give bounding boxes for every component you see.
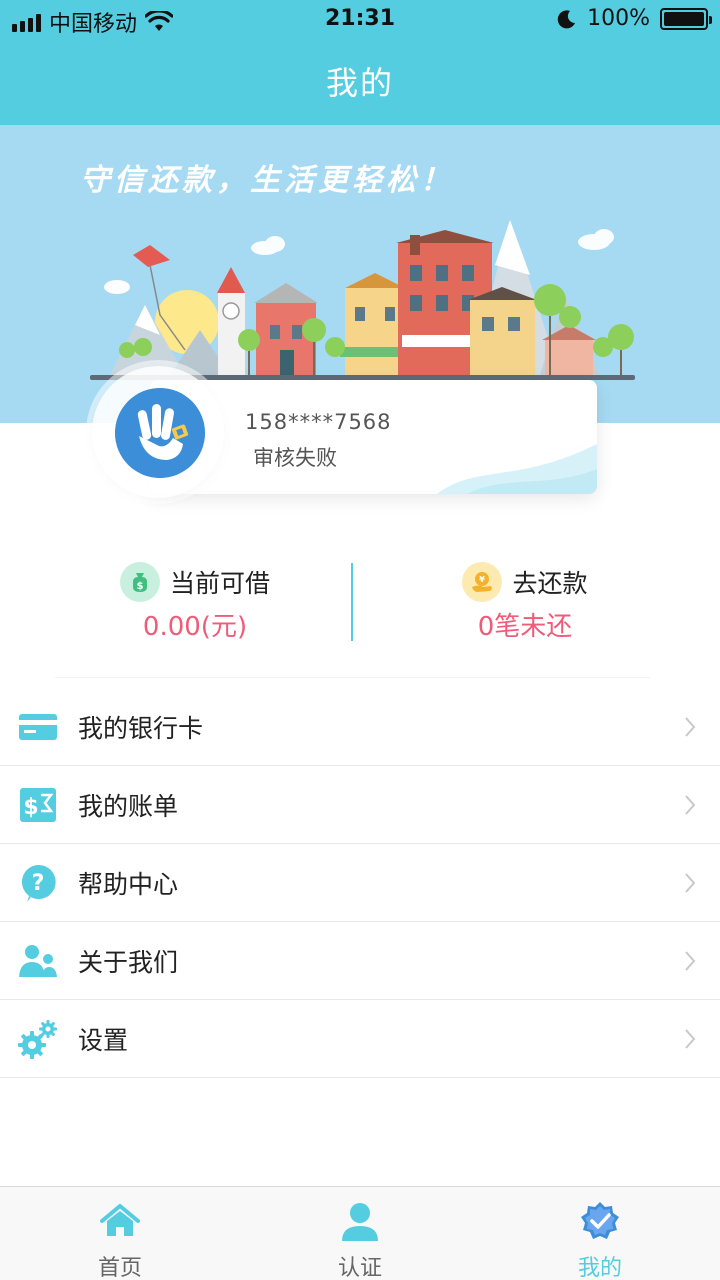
person-icon <box>338 1201 382 1241</box>
repay-stat-head: ¥ 去还款 <box>375 560 675 604</box>
stats-divider <box>351 563 353 641</box>
banner-slogan: 守信还款，生活更轻松！ <box>80 163 454 198</box>
menu-label-settings: 设置 <box>78 1025 129 1055</box>
repay-count: 0笔未还 <box>477 612 573 642</box>
menu-item-bills[interactable]: $ 我的账单 <box>0 766 720 844</box>
home-icon <box>98 1201 142 1241</box>
verified-badge-icon <box>578 1201 622 1241</box>
svg-text:?: ? <box>32 871 45 896</box>
user-phone: 158****7568 <box>245 410 392 434</box>
battery-level <box>664 11 704 26</box>
chevron-right-icon <box>685 1029 696 1049</box>
menu-item-help[interactable]: ? 帮助中心 <box>0 844 720 922</box>
repay-title: 去还款 <box>512 569 588 598</box>
repay-stat[interactable]: ¥ 去还款 0笔未还 <box>375 560 675 643</box>
borrow-title: 当前可借 <box>169 569 270 598</box>
svg-text:$: $ <box>23 795 38 820</box>
ok-hand-icon <box>115 388 205 478</box>
tab-mine[interactable]: 我的 <box>480 1187 720 1280</box>
menu-item-settings[interactable]: 设置 <box>0 1000 720 1078</box>
chevron-right-icon <box>685 951 696 971</box>
stats-panel: $ 当前可借 0.00(元) ¥ 去还款 0笔未还 <box>0 560 720 650</box>
battery-icon <box>660 7 712 30</box>
top-header: 中国移动 21:31 100% 我的 <box>0 0 720 125</box>
menu-label-bills: 我的账单 <box>78 791 179 821</box>
tab-bar: 首页 认证 我的 <box>0 1186 720 1280</box>
borrow-amount: 0.00(元) <box>142 612 248 642</box>
coin-hand-icon: ¥ <box>462 562 503 602</box>
menu-item-bank-card[interactable]: 我的银行卡 <box>0 688 720 766</box>
battery-percent: 100% <box>587 6 650 31</box>
avatar[interactable] <box>115 388 205 478</box>
users-icon <box>18 941 58 981</box>
card-wave-decoration <box>437 444 597 494</box>
menu-item-about[interactable]: 关于我们 <box>0 922 720 1000</box>
review-status: 审核失败 <box>253 446 337 470</box>
page-title: 我的 <box>325 64 394 102</box>
tab-label-certification: 认证 <box>337 1256 382 1280</box>
gear-icon <box>18 1019 58 1059</box>
tab-label-mine: 我的 <box>577 1256 622 1280</box>
help-icon: ? <box>18 863 58 903</box>
tab-certification[interactable]: 认证 <box>240 1187 480 1280</box>
bank-card-icon <box>18 707 58 747</box>
chevron-right-icon <box>685 795 696 815</box>
svg-text:$: $ <box>137 581 144 592</box>
status-right: 100% <box>557 6 712 31</box>
svg-text:¥: ¥ <box>480 575 486 584</box>
borrow-stat-head: $ 当前可借 <box>45 560 345 604</box>
stats-separator <box>55 677 650 678</box>
money-bag-icon: $ <box>119 562 160 602</box>
menu-label-about: 关于我们 <box>78 947 179 977</box>
menu-list: 我的银行卡 $ 我的账单 ? 帮助中心 关于我们 设置 <box>0 688 720 1078</box>
banner: 守信还款，生活更轻松！ <box>0 125 720 423</box>
status-bar: 中国移动 21:31 100% <box>0 0 720 40</box>
moon-icon <box>557 9 576 28</box>
chevron-right-icon <box>685 873 696 893</box>
chevron-right-icon <box>685 717 696 737</box>
bill-icon: $ <box>18 785 58 825</box>
borrow-stat[interactable]: $ 当前可借 0.00(元) <box>45 560 345 643</box>
menu-label-help: 帮助中心 <box>78 869 179 899</box>
tab-home[interactable]: 首页 <box>0 1187 240 1280</box>
tab-label-home: 首页 <box>97 1256 142 1280</box>
menu-label-bank-card: 我的银行卡 <box>78 713 204 743</box>
